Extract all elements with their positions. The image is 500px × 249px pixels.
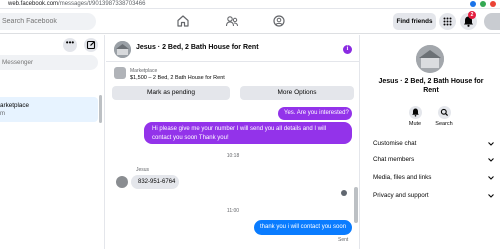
extension-icon[interactable] <box>470 1 476 7</box>
mute-label: Mute <box>408 121 422 127</box>
chat-title[interactable]: Jesus · 2 Bed, 2 Bath House for Rent <box>136 44 259 51</box>
options-button[interactable]: ••• <box>63 38 77 52</box>
conversation-name: arketplace <box>0 102 30 109</box>
sidebar-scrollbar[interactable] <box>99 95 102 123</box>
media-files-links-row[interactable]: Media, files and links <box>373 171 495 185</box>
chevron-down-icon <box>488 176 494 180</box>
conversation-preview: m <box>0 111 5 117</box>
conversations-sidebar: ••• arketplace m <box>0 35 105 249</box>
more-options-button[interactable]: More Options <box>240 86 354 100</box>
extension-icon[interactable] <box>480 1 486 7</box>
home-icon[interactable] <box>176 14 190 28</box>
more-dots-icon: ••• <box>65 38 75 47</box>
row-label: Customise chat <box>373 140 417 147</box>
browser-url-bar[interactable]: web.facebook.com/messages/t/901398733870… <box>0 0 500 9</box>
sender-avatar[interactable] <box>116 176 128 188</box>
listing-source: Marketplace <box>130 68 158 74</box>
timestamp: 11:00 <box>226 208 240 214</box>
chevron-down-icon <box>488 194 494 198</box>
message-bubble-received[interactable]: 832-951-6764 <box>131 175 179 189</box>
sender-name: Jesus <box>136 167 150 173</box>
customise-chat-row[interactable]: Customise chat <box>373 137 495 151</box>
conversation-info-pane: Jesus · 2 Bed, 2 Bath House for Rent Mut… <box>361 35 500 249</box>
search-messenger-input[interactable] <box>0 55 98 70</box>
house-thumbnail-icon <box>416 45 444 73</box>
chevron-down-icon <box>488 142 494 146</box>
row-label: Privacy and support <box>373 192 429 199</box>
find-friends-button[interactable]: Find friends <box>393 13 436 30</box>
privacy-support-row[interactable]: Privacy and support <box>373 189 495 203</box>
friends-icon[interactable] <box>225 14 239 28</box>
chat-scrollbar[interactable] <box>354 187 358 223</box>
chevron-down-icon <box>488 158 494 162</box>
search-icon <box>437 106 451 119</box>
marketplace-listing[interactable]: Marketplace $1,500 – 2 Bed, 2 Bath House… <box>106 63 360 84</box>
chat-avatar[interactable] <box>114 41 131 58</box>
search-facebook-input[interactable] <box>0 13 96 30</box>
grid-menu-icon <box>443 17 452 26</box>
extension-icon[interactable] <box>490 1 496 7</box>
info-icon[interactable]: i <box>343 45 352 54</box>
house-thumbnail-icon <box>114 41 131 58</box>
facebook-top-bar: Find friends 2 <box>0 9 500 34</box>
conversation-info-title: Jesus · 2 Bed, 2 Bath House for Rent <box>378 78 484 94</box>
listing-thumbnail <box>114 67 126 79</box>
menu-button[interactable] <box>439 13 456 30</box>
mute-button[interactable]: Mute <box>400 106 430 127</box>
message-bubble-sent[interactable]: Yes. Are you interested? <box>278 107 352 120</box>
chat-header: Jesus · 2 Bed, 2 Bath House for Rent i <box>106 35 360 62</box>
listing-avatar[interactable] <box>416 45 444 73</box>
row-label: Media, files and links <box>373 174 432 181</box>
notification-count-badge: 2 <box>468 11 476 19</box>
sent-status: Sent <box>338 237 349 243</box>
listing-description: $1,500 – 2 Bed, 2 Bath House for Rent <box>130 75 225 81</box>
bell-icon <box>408 106 422 119</box>
message-bubble-sent[interactable]: thank you i will contact you soon <box>254 220 352 235</box>
url-text[interactable]: web.facebook.com/messages/t/901398733870… <box>8 0 145 8</box>
timestamp: 10:18 <box>226 153 240 159</box>
facebook-messenger-window: web.facebook.com/messages/t/901398733870… <box>0 0 500 249</box>
groups-icon[interactable] <box>272 14 286 28</box>
mark-as-pending-button[interactable]: Mark as pending <box>112 86 230 100</box>
chat-members-row[interactable]: Chat members <box>373 153 495 167</box>
read-receipt-avatar <box>341 190 347 196</box>
message-bubble-sent[interactable]: Hi please give me your number I will sen… <box>144 122 352 144</box>
row-label: Chat members <box>373 156 415 163</box>
new-message-button[interactable] <box>84 38 98 52</box>
chat-pane: Jesus · 2 Bed, 2 Bath House for Rent i M… <box>106 35 360 249</box>
search-in-conversation-button[interactable]: Search <box>429 106 459 127</box>
account-avatar[interactable] <box>484 13 500 30</box>
search-label: Search <box>435 121 453 127</box>
conversation-item[interactable]: arketplace m <box>0 97 98 122</box>
message-thread: Yes. Are you interested? Hi please give … <box>106 103 360 249</box>
compose-icon <box>86 40 96 50</box>
